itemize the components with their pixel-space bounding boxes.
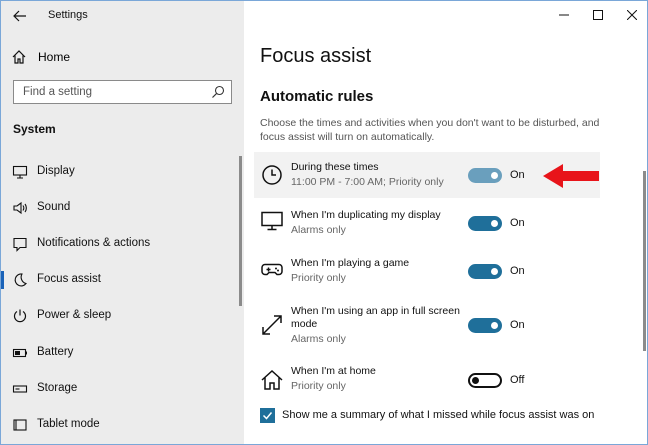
navigation-pane: Settings Home Find a setting System Disp… [1, 1, 244, 444]
rule-detail: Priority only [291, 272, 346, 284]
speaker-icon [13, 201, 27, 215]
settings-window: Settings Home Find a setting System Disp… [0, 0, 648, 445]
toggle-state: Off [510, 374, 525, 386]
rule-at-home[interactable]: When I'm at home Priority only Off [254, 361, 600, 401]
sidebar-item-tablet-mode[interactable]: Tablet mode [1, 410, 241, 440]
section-heading: Automatic rules [260, 88, 374, 105]
rule-detail: 11:00 PM - 7:00 AM; Priority only [291, 176, 444, 188]
rule-playing-game[interactable]: When I'm playing a game Priority only On [254, 252, 600, 292]
gamepad-icon [261, 263, 283, 276]
rule-name: When I'm using an app in full screen mod… [291, 305, 460, 330]
sidebar-item-label: Tablet mode [37, 418, 100, 430]
rule-duplicating-display[interactable]: When I'm duplicating my display Alarms o… [254, 204, 600, 244]
tablet-icon [13, 419, 27, 431]
sidebar-item-notifications[interactable]: Notifications & actions [1, 229, 241, 259]
minimize-button[interactable] [547, 1, 581, 29]
close-icon [627, 10, 637, 20]
home-nav-item[interactable]: Home [11, 45, 70, 69]
rule-name: During these times [291, 161, 379, 173]
minimize-icon [559, 14, 569, 16]
rule-name: When I'm at home [291, 365, 376, 377]
toggle-knob [491, 268, 498, 275]
sidebar-item-storage[interactable]: Storage [1, 374, 241, 404]
search-input[interactable]: Find a setting [13, 80, 232, 104]
sidebar-item-label: Notifications & actions [37, 237, 151, 249]
toggle-state: On [510, 169, 525, 181]
page-title: Focus assist [260, 45, 372, 67]
sidebar-item-label: Battery [37, 346, 74, 358]
sidebar-item-display[interactable]: Display [1, 157, 241, 187]
toggle-knob [491, 172, 498, 179]
sidebar-item-battery[interactable]: Battery [1, 338, 241, 368]
rule-detail: Priority only [291, 380, 346, 392]
toggle-knob [491, 220, 498, 227]
rule-full-screen-app[interactable]: When I'm using an app in full screen mod… [254, 301, 600, 351]
sidebar-item-label: Sound [37, 201, 71, 213]
toggle-knob [491, 322, 498, 329]
back-arrow-icon [13, 10, 26, 22]
title-bar: Settings [1, 1, 244, 31]
summary-checkbox-label: Show me a summary of what I missed while… [282, 409, 595, 421]
app-title: Settings [48, 9, 88, 21]
toggle-knob [472, 377, 479, 384]
rule-toggle[interactable] [468, 168, 502, 183]
sidebar-item-sound[interactable]: Sound [1, 193, 241, 223]
checkmark-icon [262, 411, 273, 420]
storage-icon [12, 385, 28, 393]
back-button[interactable] [9, 7, 31, 25]
monitor-icon [12, 165, 28, 179]
sidebar-item-focus-assist[interactable]: Focus assist [1, 265, 241, 295]
search-icon[interactable] [211, 85, 225, 99]
search-placeholder: Find a setting [23, 86, 93, 98]
window-controls [547, 1, 647, 29]
sidebar-item-label: Storage [37, 382, 78, 394]
content-scrollbar[interactable] [643, 171, 646, 351]
red-arrow-icon [543, 164, 599, 188]
clock-icon [262, 165, 282, 185]
home-icon [12, 50, 26, 64]
toggle-state: On [510, 265, 525, 277]
moon-icon [14, 273, 27, 287]
rule-toggle[interactable] [468, 216, 502, 231]
sidebar-item-label: Focus assist [37, 273, 101, 285]
close-button[interactable] [615, 1, 647, 29]
notifications-icon [13, 237, 27, 252]
power-icon [13, 309, 27, 323]
rule-detail: Alarms only [291, 224, 346, 236]
sidebar-item-label: Power & sleep [37, 309, 112, 321]
sidebar-scrollbar[interactable] [239, 156, 242, 306]
rule-toggle[interactable] [468, 318, 502, 333]
fullscreen-icon [262, 315, 282, 335]
rule-toggle[interactable] [468, 264, 502, 279]
section-description: Choose the times and activities when you… [260, 117, 600, 143]
toggle-state: On [510, 319, 525, 331]
maximize-button[interactable] [581, 1, 615, 29]
summary-checkbox[interactable] [260, 407, 275, 423]
rule-name: When I'm playing a game [291, 257, 410, 269]
battery-icon [12, 348, 27, 358]
rule-detail: Alarms only [291, 333, 346, 345]
maximize-icon [593, 10, 603, 20]
home-label: Home [38, 50, 71, 64]
home-icon [261, 369, 283, 390]
sidebar-item-label: Display [37, 165, 75, 177]
section-title: System [13, 122, 56, 136]
sidebar-item-power-sleep[interactable]: Power & sleep [1, 301, 241, 331]
toggle-state: On [510, 217, 525, 229]
rule-toggle[interactable] [468, 373, 502, 388]
rule-name: When I'm duplicating my display [291, 209, 441, 221]
monitor-icon [261, 211, 283, 231]
content-pane: Focus assist Automatic rules Choose the … [244, 1, 647, 444]
summary-checkbox-row[interactable]: Show me a summary of what I missed while… [260, 407, 594, 423]
